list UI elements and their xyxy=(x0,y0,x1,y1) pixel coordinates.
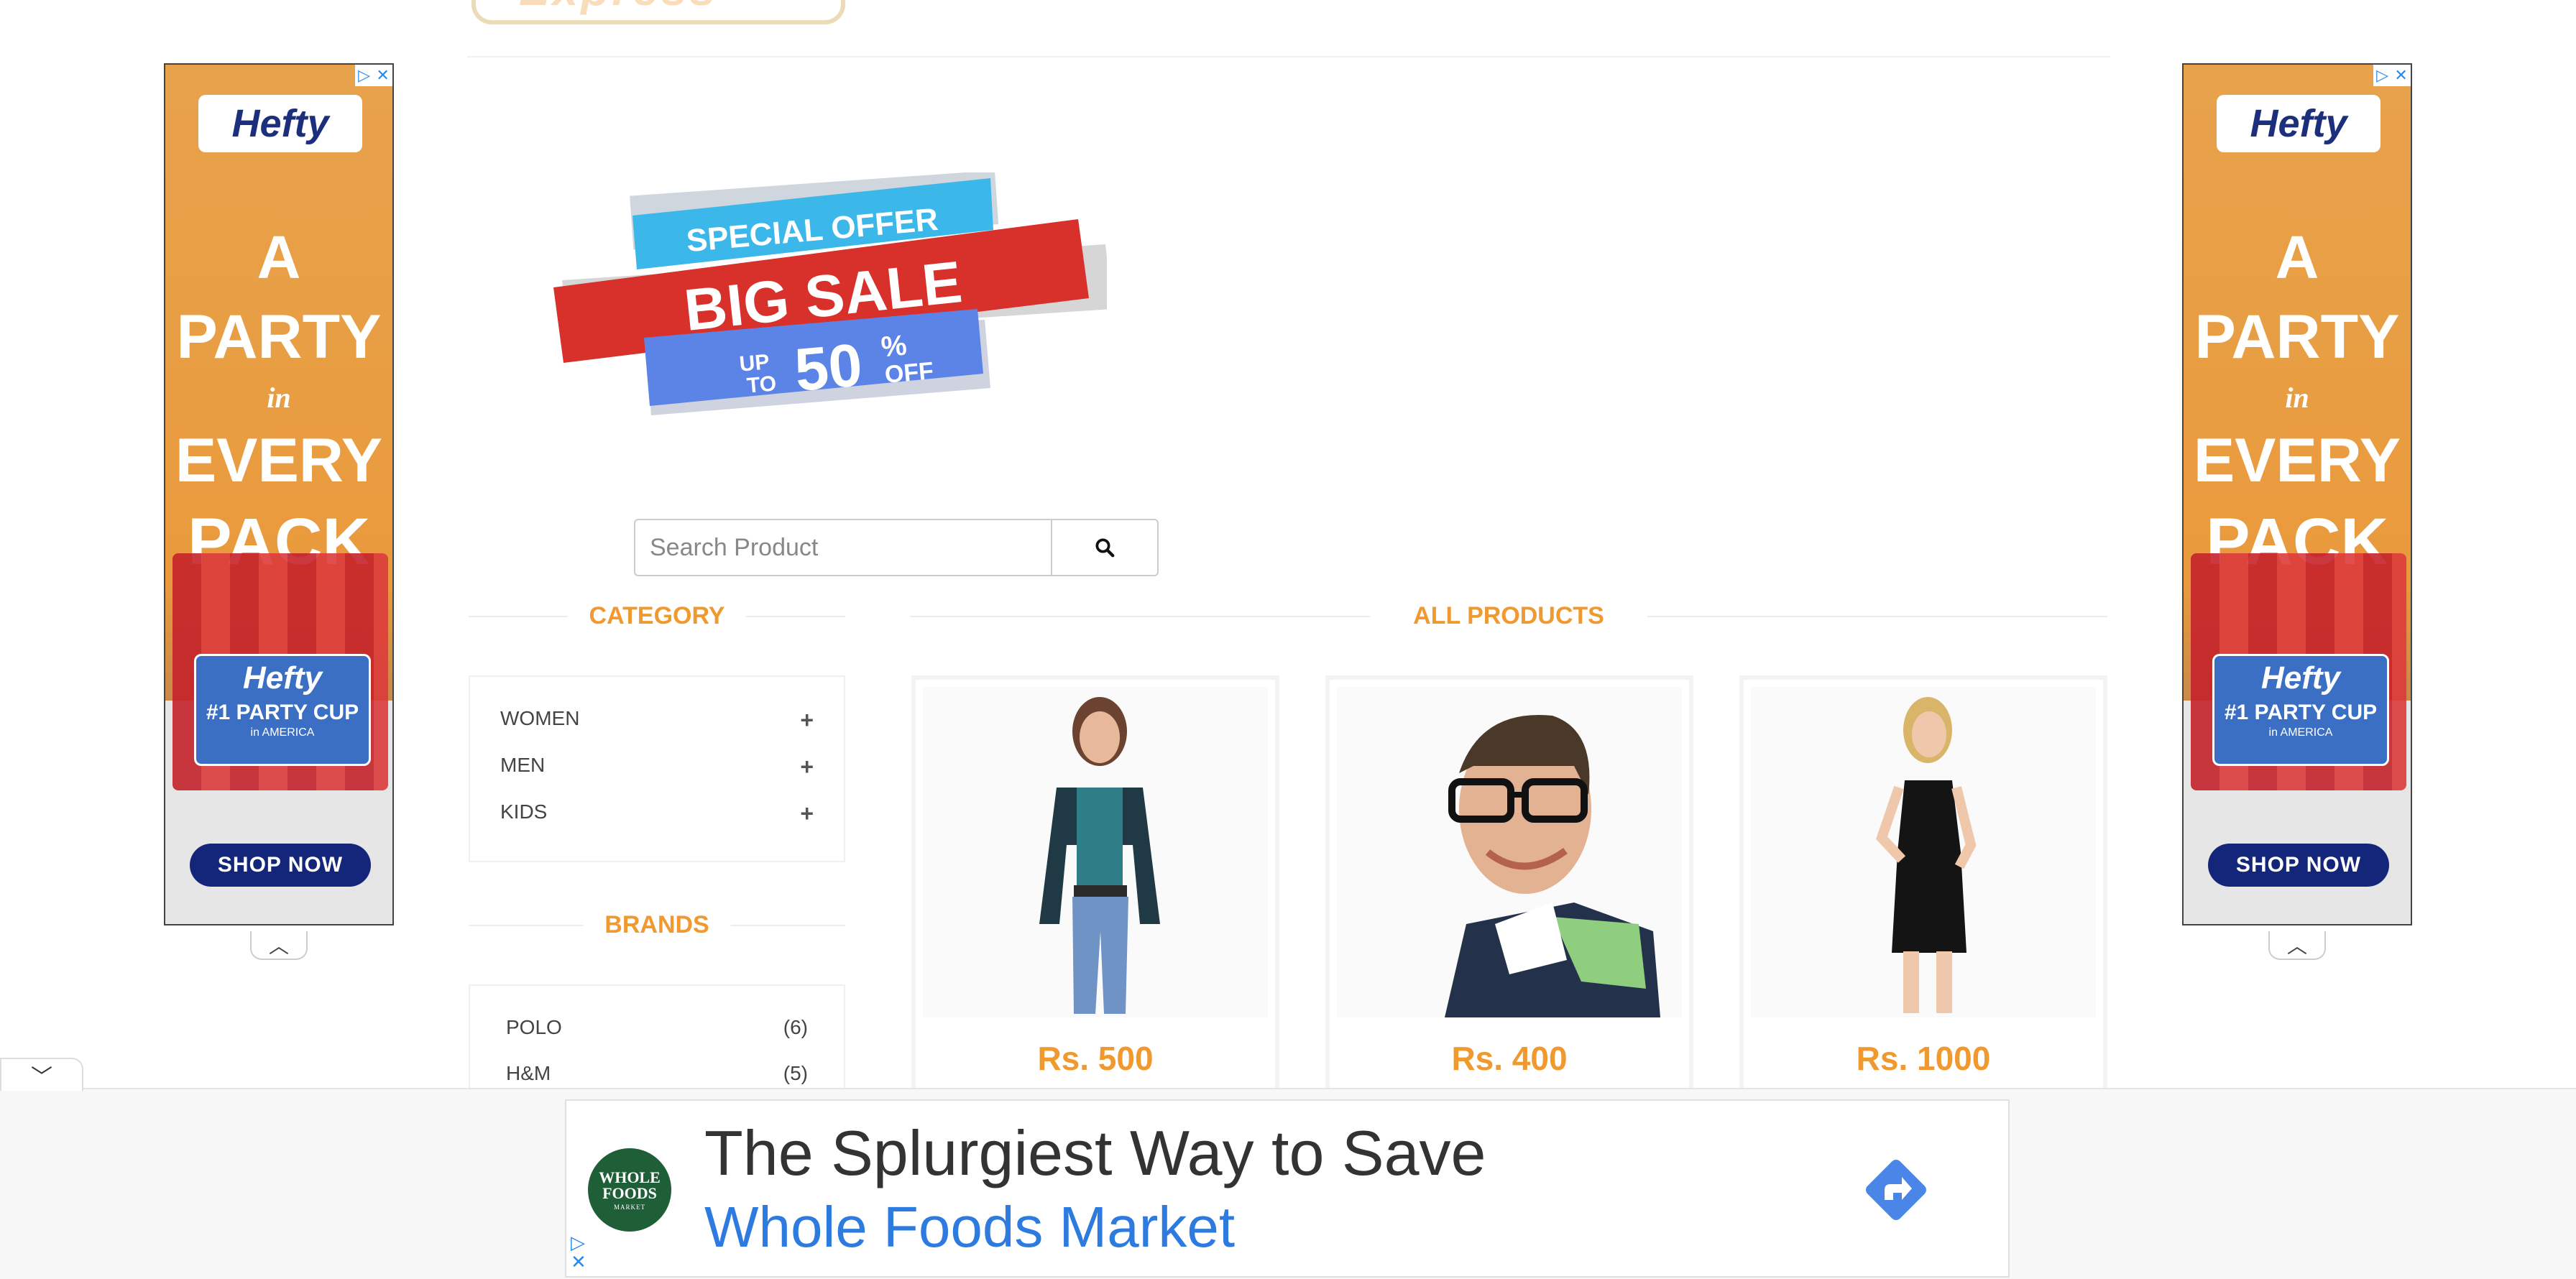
all-products-title: ALL PRODUCTS xyxy=(1413,602,1604,629)
product-price: Rs. 1000 xyxy=(1856,1040,1991,1077)
chevron-up-icon: ︿ xyxy=(268,935,289,957)
ad-choices[interactable]: ▷ ✕ xyxy=(571,1232,586,1273)
category-item-men[interactable]: MEN + xyxy=(500,754,814,780)
search-input[interactable] xyxy=(634,519,1051,576)
ad-headline: A PARTY in EVERY PACK xyxy=(2193,223,2401,578)
header-divider xyxy=(467,56,2110,57)
brand-item-hm[interactable]: H&M (5) xyxy=(506,1062,808,1085)
sale-banner[interactable]: SPECIAL OFFER BIG SALE UP TO 50 % OFF xyxy=(553,172,1107,424)
expand-plus-icon[interactable]: + xyxy=(800,707,814,734)
category-title: CATEGORY xyxy=(589,602,725,629)
ad-choices-corner[interactable]: ▷ ✕ xyxy=(355,65,392,86)
bottom-ad[interactable]: WHOLE FOODS MARKET The Splurgiest Way to… xyxy=(565,1099,2010,1278)
product-price: Rs. 500 xyxy=(1037,1040,1154,1077)
all-products-heading: ALL PRODUCTS xyxy=(910,602,2107,630)
banner-percent: 50 xyxy=(792,331,865,404)
left-side-ad[interactable]: ▷ ✕ Hefty A PARTY in EVERY PACK Hefty #1… xyxy=(164,63,394,925)
adchoices-icon[interactable]: ▷ xyxy=(358,66,370,85)
brand-item-polo[interactable]: POLO (6) xyxy=(506,1016,808,1039)
logo-text: Express xyxy=(519,0,718,16)
whole-foods-logo: WHOLE FOODS MARKET xyxy=(588,1148,671,1232)
brand-count: (5) xyxy=(783,1062,808,1084)
expand-plus-icon[interactable]: + xyxy=(800,800,814,827)
chevron-down-icon: ﹀ xyxy=(31,1066,52,1089)
brand-count: (6) xyxy=(783,1016,808,1038)
close-icon[interactable]: ✕ xyxy=(571,1252,586,1272)
product-card[interactable]: Rs. 500 xyxy=(911,675,1279,1092)
cup-pack-label: Hefty #1 PARTY CUP in AMERICA xyxy=(2212,654,2389,766)
product-image-woman-dress[interactable] xyxy=(1751,687,2096,1017)
cup-pack-label: Hefty #1 PARTY CUP in AMERICA xyxy=(194,654,371,766)
product-image-man-glasses[interactable] xyxy=(1337,687,1682,1017)
ad-headline[interactable]: The Splurgiest Way to Save xyxy=(704,1117,1486,1190)
shop-now-button[interactable]: SHOP NOW xyxy=(2208,844,2389,887)
ad-headline: A PARTY in EVERY PACK xyxy=(175,223,383,578)
adchoices-icon[interactable]: ▷ xyxy=(571,1232,586,1252)
close-icon[interactable]: ✕ xyxy=(2394,66,2407,85)
search-icon xyxy=(1095,538,1115,558)
brands-heading: BRANDS xyxy=(469,911,846,939)
shop-now-button[interactable]: SHOP NOW xyxy=(190,844,371,887)
close-icon[interactable]: ✕ xyxy=(376,66,389,85)
collapse-bottom-ad-button[interactable]: ﹀ xyxy=(0,1058,83,1091)
hefty-logo: Hefty xyxy=(2217,95,2380,152)
adchoices-icon[interactable]: ▷ xyxy=(2376,66,2388,85)
svg-text:TO: TO xyxy=(746,371,778,397)
chevron-up-icon: ︿ xyxy=(2286,935,2307,957)
product-card[interactable]: Rs. 400 xyxy=(1325,675,1693,1092)
brands-title: BRANDS xyxy=(604,911,709,938)
ad-choices-corner[interactable]: ▷ ✕ xyxy=(2373,65,2411,86)
ad-advertiser-link[interactable]: Whole Foods Market xyxy=(704,1194,1235,1260)
category-panel: WOMEN + MEN + KIDS + xyxy=(469,675,845,862)
hefty-logo: Hefty xyxy=(198,95,362,152)
svg-text:%: % xyxy=(880,330,908,364)
site-logo[interactable]: Express xyxy=(472,0,845,24)
collapse-ad-button[interactable]: ︿ xyxy=(250,931,308,960)
product-price: Rs. 400 xyxy=(1451,1040,1568,1077)
collapse-ad-button[interactable]: ︿ xyxy=(2268,931,2326,960)
category-item-kids[interactable]: KIDS + xyxy=(500,800,814,827)
expand-plus-icon[interactable]: + xyxy=(800,754,814,780)
directions-arrow-icon[interactable] xyxy=(1860,1154,1932,1226)
product-image-woman-jeans[interactable] xyxy=(923,687,1268,1017)
svg-text:OFF: OFF xyxy=(883,357,934,389)
search-bar xyxy=(634,519,1159,576)
product-card[interactable]: Rs. 1000 xyxy=(1739,675,2107,1092)
category-item-women[interactable]: WOMEN + xyxy=(500,707,814,734)
right-side-ad[interactable]: ▷ ✕ Hefty A PARTY in EVERY PACK Hefty #1… xyxy=(2182,63,2412,925)
search-button[interactable] xyxy=(1051,519,1159,576)
category-heading: CATEGORY xyxy=(469,602,845,630)
